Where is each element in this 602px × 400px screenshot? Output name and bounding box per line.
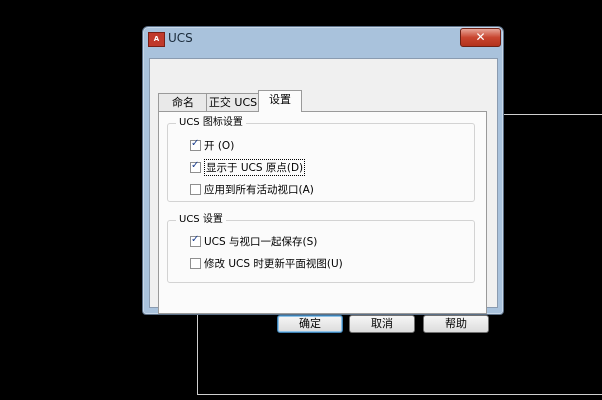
update-plan-view-checkbox-row[interactable]: 修改 UCS 时更新平面视图(U)	[190, 256, 343, 271]
update-plan-view-checkbox-label: 修改 UCS 时更新平面视图(U)	[204, 258, 343, 270]
update-plan-view-checkbox[interactable]	[190, 258, 201, 269]
title-bar[interactable]: A UCS ✕	[143, 27, 503, 51]
ucs-settings-group: UCS 设置 UCS 与视口一起保存(S) 修改 UCS 时更新平面视图(U)	[167, 213, 475, 283]
close-button[interactable]: ✕	[460, 28, 501, 47]
tab-orthographic-ucs[interactable]: 正交 UCS	[206, 93, 260, 112]
dialog-client-area: 命名 UCS 正交 UCS 设置 UCS 图标设置 开 (O) 显示于 UCS …	[149, 58, 498, 333]
tab-settings[interactable]: 设置	[258, 90, 302, 112]
cancel-button[interactable]: 取消	[349, 315, 415, 333]
save-with-viewport-checkbox[interactable]	[190, 234, 201, 247]
drawing-line-horizontal-top	[502, 114, 602, 115]
display-at-origin-checkbox-label: 显示于 UCS 原点(D)	[204, 159, 306, 176]
display-at-origin-checkbox-row[interactable]: 显示于 UCS 原点(D)	[190, 159, 306, 176]
on-checkbox-label: 开 (O)	[204, 140, 235, 152]
apply-to-all-viewports-checkbox-label: 应用到所有活动视口(A)	[204, 184, 314, 196]
save-with-viewport-checkbox-label: UCS 与视口一起保存(S)	[204, 236, 318, 248]
apply-to-all-viewports-checkbox-row[interactable]: 应用到所有活动视口(A)	[190, 182, 314, 197]
on-checkbox[interactable]	[190, 138, 201, 151]
save-with-viewport-checkbox-row[interactable]: UCS 与视口一起保存(S)	[190, 234, 317, 249]
ucs-dialog: A UCS ✕ 命名 UCS 正交 UCS 设置 UCS 图标设置 开 (O) …	[142, 26, 504, 333]
drawing-line-horizontal-bottom	[197, 394, 602, 395]
autocad-app-icon: A	[148, 32, 165, 47]
apply-to-all-viewports-checkbox[interactable]	[190, 184, 201, 195]
tab-named-ucs[interactable]: 命名 UCS	[158, 93, 208, 127]
on-checkbox-row[interactable]: 开 (O)	[190, 138, 234, 153]
ucs-icon-settings-title: UCS 图标设置	[176, 116, 246, 130]
settings-tab-panel: UCS 图标设置 开 (O) 显示于 UCS 原点(D) 应用到所有活动视口(A…	[158, 111, 487, 314]
ucs-settings-title: UCS 设置	[176, 213, 226, 227]
ok-button[interactable]: 确定	[277, 315, 343, 333]
ucs-icon-settings-group: UCS 图标设置 开 (O) 显示于 UCS 原点(D) 应用到所有活动视口(A…	[167, 116, 475, 202]
display-at-origin-checkbox[interactable]	[190, 160, 201, 173]
dialog-title: UCS	[168, 31, 193, 45]
drawing-line-vertical	[197, 313, 198, 395]
close-icon: ✕	[475, 30, 486, 44]
help-button[interactable]: 帮助	[423, 315, 489, 333]
